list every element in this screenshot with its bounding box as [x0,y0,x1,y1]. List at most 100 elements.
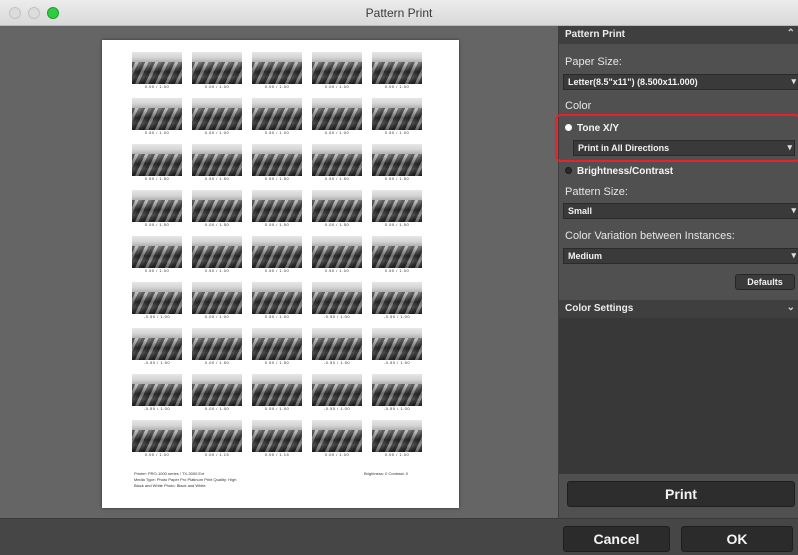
pattern-tile: 0.50 / 1.00 [252,374,302,412]
pattern-thumbnail [252,98,302,130]
color-label: Color [565,100,592,112]
paper-size-dropdown[interactable]: Letter(8.5"x11") (8.500x11.000) ▾ [563,74,798,90]
pattern-tile-label: 0.50 / 1.00 [264,268,290,273]
pattern-tile-label: 0.00 / 1.50 [264,222,290,227]
print-info-text: Printer: PRO-1000 series / TX-3000 Ext M… [134,471,237,488]
pattern-tile-label: 0.00 / 1.15 [204,452,230,457]
pattern-tile-label: 0.50 / 1.50 [204,176,230,181]
pattern-tile: 0.50 / 1.00 [252,98,302,136]
pattern-tile: 0.50 / 1.00 [372,236,422,274]
pattern-print-window: Pattern Print 0.00 / 1.00 0.00 / 1.00 0.00… [0,0,798,555]
chevron-down-icon: ▾ [787,142,792,152]
pattern-tile-label: 0.50 / 1.50 [144,176,170,181]
pattern-thumbnail [252,236,302,268]
brightness-contrast-info: Brightness: 0 Contrast: 0 [364,471,409,476]
pattern-tile-label: 0.00 / 1.50 [144,222,170,227]
pattern-thumbnail [252,420,302,452]
pattern-tile-label: 0.50 / 1.00 [264,406,290,411]
pattern-thumbnail [372,282,422,314]
color-variation-value: Medium [568,251,603,261]
title-bar: Pattern Print [0,0,798,26]
tone-xy-radio[interactable]: Tone X/Y [565,123,619,134]
pattern-thumbnail [192,144,242,176]
pattern-tile: 0.50 / 1.00 [132,98,182,136]
pattern-size-dropdown[interactable]: Small ▾ [563,203,798,219]
pattern-tile: -0.50 / 1.00 [132,282,182,320]
pattern-tile-label: 0.50 / 1.00 [324,130,350,135]
pattern-tile: 0.50 / 1.50 [252,144,302,182]
chevron-down-icon: ▾ [791,205,796,215]
pattern-tile-label: -0.50 / 1.00 [383,314,411,319]
pattern-tile: 0.50 / 1.00 [132,236,182,274]
ok-button[interactable]: OK [681,526,793,552]
pattern-thumbnail [252,52,302,84]
defaults-button[interactable]: Defaults [735,274,795,290]
pattern-thumbnail [312,190,362,222]
pattern-thumbnail [372,420,422,452]
pattern-thumbnail [372,144,422,176]
pattern-tile-label: 0.50 / 1.00 [204,268,230,273]
pattern-thumbnail [372,374,422,406]
pattern-tile: -0.50 / 1.50 [132,328,182,366]
print-button[interactable]: Print [567,481,795,507]
chevron-down-icon: ▾ [791,76,796,86]
pattern-tile-label: 0.50 / 1.00 [144,130,170,135]
pattern-thumbnail [252,144,302,176]
color-variation-dropdown[interactable]: Medium ▾ [563,248,798,264]
pattern-tile: 0.00 / 1.50 [312,190,362,228]
pattern-tile-label: 0.00 / 1.00 [384,84,410,89]
pattern-tile: 0.00 / 1.50 [372,190,422,228]
pattern-tile-label: -0.50 / 1.50 [143,360,171,365]
pattern-tile: 0.50 / 1.00 [372,98,422,136]
pattern-tile: 0.00 / 1.00 [192,374,242,412]
pattern-tile: 0.00 / 1.00 [192,282,242,320]
pattern-print-section-header[interactable]: Pattern Print ⌃ [559,26,798,44]
pattern-thumbnail [372,328,422,360]
pattern-tile: 0.50 / 1.00 [312,236,362,274]
color-settings-section-header[interactable]: Color Settings ⌄ [559,300,798,318]
pattern-thumbnail [312,52,362,84]
pattern-thumbnail [192,190,242,222]
pattern-thumbnail [132,98,182,130]
pattern-thumbnail [312,98,362,130]
radio-unselected-icon [565,167,572,174]
pattern-thumbnail [312,282,362,314]
pattern-tile: 0.50 / 1.00 [192,98,242,136]
pattern-thumbnail [372,236,422,268]
pattern-tile: 0.00 / 1.00 [372,52,422,90]
pattern-tile-label: 0.50 / 1.00 [204,130,230,135]
pattern-tile: 0.00 / 1.00 [192,52,242,90]
pattern-tile: 0.00 / 1.15 [192,420,242,458]
pattern-tile: 0.00 / 1.50 [192,190,242,228]
pattern-tile: 0.00 / 1.15 [252,420,302,458]
pattern-tile-label: 0.50 / 1.00 [324,268,350,273]
direction-dropdown[interactable]: Print in All Directions ▾ [573,140,795,156]
pattern-thumbnail [192,98,242,130]
pattern-thumbnail [132,144,182,176]
print-preview-area: 0.00 / 1.00 0.00 / 1.00 0.00 / 1.00 0.00 / … [0,26,558,518]
pattern-tile: 0.50 / 1.50 [132,144,182,182]
cancel-button[interactable]: Cancel [563,526,670,552]
pattern-tile-label: 0.00 / 1.00 [204,314,230,319]
pattern-tile-label: 0.50 / 1.00 [384,130,410,135]
pattern-tile-label: 0.00 / 1.00 [144,84,170,89]
pattern-thumbnail [192,282,242,314]
window-title: Pattern Print [365,6,433,20]
brightness-contrast-radio[interactable]: Brightness/Contrast [565,166,673,177]
pattern-tile-label: 0.00 / 1.00 [384,452,410,457]
pattern-tile-label: 0.00 / 1.00 [204,84,230,89]
pattern-tile: 0.00 / 1.00 [252,52,302,90]
pattern-tile-label: 0.00 / 1.00 [264,84,290,89]
pattern-tile-label: 0.50 / 1.00 [264,314,290,319]
pattern-thumbnail [192,328,242,360]
bottom-bar: Cancel OK [0,518,798,555]
brightness-contrast-label: Brightness/Contrast [577,166,674,177]
pattern-tile-label: -0.50 / 1.50 [323,360,351,365]
pattern-thumbnail [192,420,242,452]
pattern-thumbnail [192,374,242,406]
paper-preview: 0.00 / 1.00 0.00 / 1.00 0.00 / 1.00 0.00 / … [102,40,459,508]
pattern-tile: -0.50 / 1.50 [312,328,362,366]
paper-size-value: Letter(8.5"x11") (8.500x11.000) [568,77,698,87]
pattern-tile: 0.00 / 1.00 [312,52,362,90]
pattern-thumbnail [312,420,362,452]
